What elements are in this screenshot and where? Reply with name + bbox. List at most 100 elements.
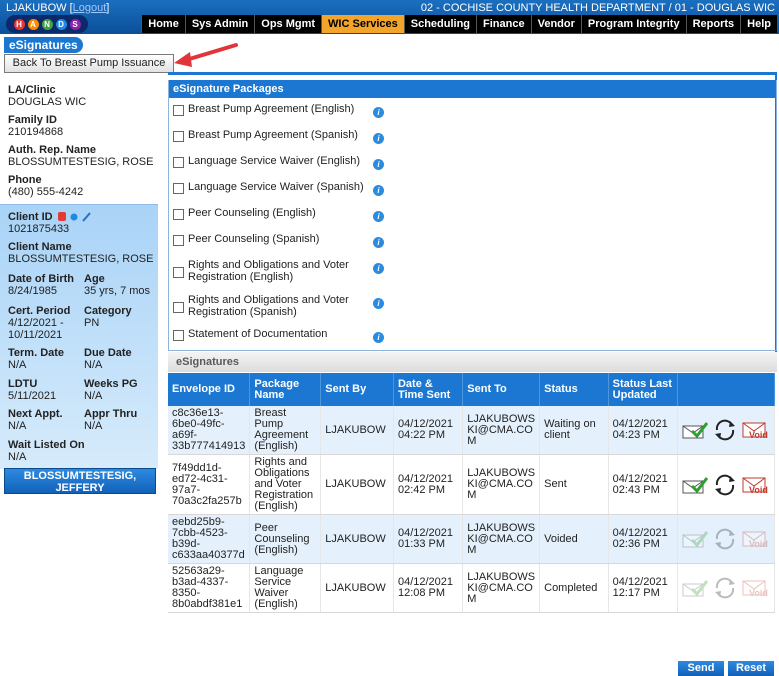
hands-logo: H A N D S (6, 15, 88, 33)
back-to-breast-pump-button[interactable]: Back To Breast Pump Issuance (4, 54, 174, 73)
package-label: Language Service Waiver (Spanish) (188, 181, 368, 193)
cell-line: Counseling (254, 532, 310, 545)
cert-period-end: 10/11/2021 (8, 329, 63, 341)
cell-line: Service Waiver (254, 576, 292, 599)
term-date-field: Term. Date N/A (8, 347, 64, 371)
status-cell: Sent (539, 454, 609, 515)
menu-reports[interactable]: Reports (685, 15, 741, 33)
void-envelope-icon[interactable]: Void (742, 528, 770, 550)
package-checkbox[interactable] (173, 105, 184, 116)
resend-envelope-icon[interactable] (682, 475, 708, 495)
col-envelope-id[interactable]: Envelope ID (168, 373, 251, 406)
package-checkbox[interactable] (173, 235, 184, 246)
cell-line: 01:33 PM (397, 538, 446, 550)
info-icon[interactable]: i (373, 185, 384, 196)
package-label: Breast Pump Agreement (English) (188, 103, 368, 115)
package-label: Peer Counseling (English) (188, 207, 368, 219)
envelope-id-cell: c8c36e13- 6be0-49fc-a69f- 33b777414913 (168, 406, 251, 455)
table-row: c8c36e13- 6be0-49fc-a69f- 33b777414913 Brea… (168, 406, 775, 455)
logo-letter: D (55, 18, 67, 30)
date-sent-cell: 04/12/2021 04:22 PM (393, 406, 464, 455)
cell-line: 04:22 PM (397, 429, 446, 441)
other-client-name-1: BLOSSUMTESTESIG, (23, 470, 137, 482)
menu-program-integrity[interactable]: Program Integrity (580, 15, 686, 33)
sent-to-cell: LJAKUBOWS KI@CMA.CO M (462, 454, 541, 515)
page-title: eSignatures (4, 37, 83, 53)
resend-envelope-icon[interactable] (682, 420, 708, 440)
package-checkbox[interactable] (173, 267, 184, 278)
logout-link[interactable]: Logout (73, 2, 107, 14)
refresh-status-icon[interactable] (712, 417, 738, 443)
info-icon[interactable]: i (373, 159, 384, 170)
void-envelope-icon[interactable]: Void (742, 474, 770, 496)
menu-home[interactable]: Home (141, 15, 185, 33)
info-icon[interactable]: i (373, 211, 384, 222)
menu-help[interactable]: Help (740, 15, 777, 33)
cell-line: 33b777414913 (172, 440, 246, 452)
menu-finance[interactable]: Finance (476, 15, 531, 33)
sent-by-cell: LJAKUBOW (320, 406, 394, 455)
user-suffix: ] (106, 2, 110, 14)
col-sent-by[interactable]: Sent By (320, 373, 394, 406)
cell-line: LJAKUBOWS (467, 570, 536, 583)
client-name-field: Client Name BLOSSUMTESTESIG, ROSE (8, 241, 153, 265)
menu-vendor[interactable]: Vendor (530, 15, 581, 33)
sent-to-cell: LJAKUBOWS KI@CMA.CO M (462, 406, 541, 455)
col-status-updated[interactable]: Status Last Updated (608, 373, 679, 406)
weeks-pg-label: Weeks PG (84, 378, 138, 390)
reset-button[interactable]: Reset (728, 661, 774, 676)
void-envelope-icon[interactable]: Void (742, 577, 770, 599)
person-icon[interactable] (70, 213, 78, 221)
package-checkbox[interactable] (173, 330, 184, 341)
col-date-sent[interactable]: Date & Time Sent (393, 373, 464, 406)
package-checkbox[interactable] (173, 131, 184, 142)
appr-thru-label: Appr Thru (84, 408, 138, 420)
col-status[interactable]: Status (539, 373, 609, 406)
menu-sys-admin[interactable]: Sys Admin (184, 15, 254, 33)
auth-rep-field: Auth. Rep. Name BLOSSUMTESTESIG, ROSE (8, 144, 153, 168)
refresh-status-icon[interactable] (712, 575, 738, 601)
cell-line: 7f49dd1d- (172, 461, 222, 474)
void-envelope-icon[interactable]: Void (742, 419, 770, 441)
next-appt-label: Next Appt. (8, 408, 63, 420)
info-icon[interactable]: i (373, 237, 384, 248)
info-icon[interactable]: i (373, 298, 384, 309)
resend-envelope-icon[interactable] (682, 529, 708, 549)
package-name-cell: Breast Pump Agreement (English) (249, 406, 322, 455)
cell-line: Voided (544, 532, 578, 545)
edit-pencil-icon[interactable] (81, 212, 91, 222)
status-cell: Waiting on client (539, 406, 609, 455)
phone-label: Phone (8, 174, 42, 186)
cell-line: LJAKUBOWS (467, 521, 536, 534)
menu-scheduling[interactable]: Scheduling (403, 15, 476, 33)
cell-line: 04/12/2021 (397, 472, 454, 485)
package-checkbox[interactable] (173, 209, 184, 220)
package-checkbox[interactable] (173, 157, 184, 168)
info-icon[interactable]: i (373, 332, 384, 343)
col-actions (677, 373, 775, 406)
ldtu-label: LDTU (8, 378, 38, 390)
status-updated-cell: 04/12/2021 02:43 PM (608, 454, 679, 515)
refresh-status-icon[interactable] (712, 472, 738, 498)
other-client-button[interactable]: BLOSSUMTESTESIG, JEFFERY (4, 468, 156, 494)
refresh-status-icon[interactable] (712, 526, 738, 552)
status-updated-cell: 04/12/2021 02:36 PM (608, 514, 679, 564)
cell-line: ed72-4c31- (172, 472, 228, 485)
col-sent-to[interactable]: Sent To (462, 373, 541, 406)
menu-ops-mgmt[interactable]: Ops Mgmt (254, 15, 321, 33)
info-icon[interactable]: i (373, 107, 384, 118)
info-icon[interactable]: i (373, 263, 384, 274)
dob-label: Date of Birth (8, 273, 74, 285)
send-button[interactable]: Send (678, 661, 724, 676)
cell-line: client (544, 429, 570, 441)
menu-wic-services[interactable]: WIC Services (321, 15, 404, 33)
col-package-name[interactable]: Package Name (249, 373, 322, 406)
resend-envelope-icon[interactable] (682, 578, 708, 598)
package-checkbox[interactable] (173, 302, 184, 313)
void-label: Void (749, 430, 768, 440)
weeks-pg-field: Weeks PG N/A (84, 378, 138, 402)
package-label-line: Peer Counseling (English) (188, 207, 316, 219)
actions-cell: Void (677, 454, 775, 515)
package-checkbox[interactable] (173, 183, 184, 194)
info-icon[interactable]: i (373, 133, 384, 144)
